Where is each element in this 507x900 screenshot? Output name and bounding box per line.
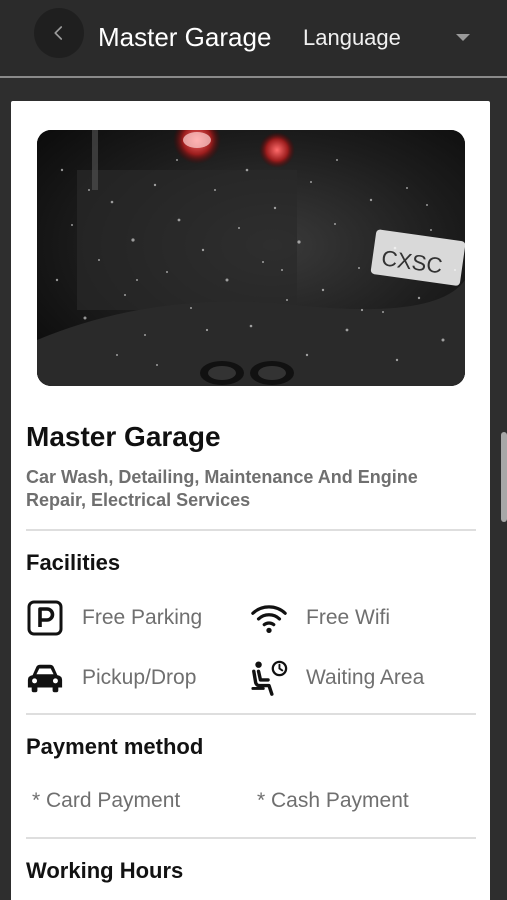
garage-services: Car Wash, Detailing, Maintenance And Eng… [26, 467, 418, 510]
payment-method-card: * Card Payment [32, 789, 181, 812]
parking-icon [26, 599, 64, 637]
language-dropdown[interactable]: Language [303, 25, 401, 51]
garage-name: Master Garage [26, 421, 221, 452]
back-button[interactable] [34, 8, 84, 58]
payment-method-title: Payment method [26, 734, 204, 759]
divider [26, 713, 476, 715]
scrollbar-thumb[interactable] [501, 432, 507, 522]
dropdown-caret-icon[interactable] [456, 34, 470, 41]
facility-free-wifi: Free Wifi [250, 599, 390, 637]
facility-free-parking: Free Parking [26, 599, 202, 637]
app-root: Master Garage Language CXSC Master Garag… [0, 0, 507, 900]
working-hours-title: Working Hours [26, 858, 184, 883]
facility-waiting-area: Waiting Area [250, 659, 424, 697]
payment-method-cash: * Cash Payment [257, 789, 409, 812]
wifi-icon [250, 599, 288, 637]
facility-pickup-drop: Pickup/Drop [26, 659, 196, 697]
divider [26, 837, 476, 839]
top-app-bar: Master Garage Language [0, 0, 507, 78]
facility-label: Free Wifi [306, 606, 390, 629]
garage-hero-image: CXSC [37, 130, 465, 386]
facility-label: Waiting Area [306, 666, 425, 689]
facilities-title: Facilities [26, 550, 121, 575]
page-title: Master Garage [98, 22, 272, 52]
car-icon [26, 659, 64, 697]
divider [26, 529, 476, 531]
waiting-area-icon [250, 659, 288, 697]
car-wash-photo: CXSC [37, 130, 465, 386]
chevron-left-icon [54, 26, 63, 40]
facility-label: Pickup/Drop [82, 666, 197, 689]
facility-label: Free Parking [82, 606, 203, 629]
